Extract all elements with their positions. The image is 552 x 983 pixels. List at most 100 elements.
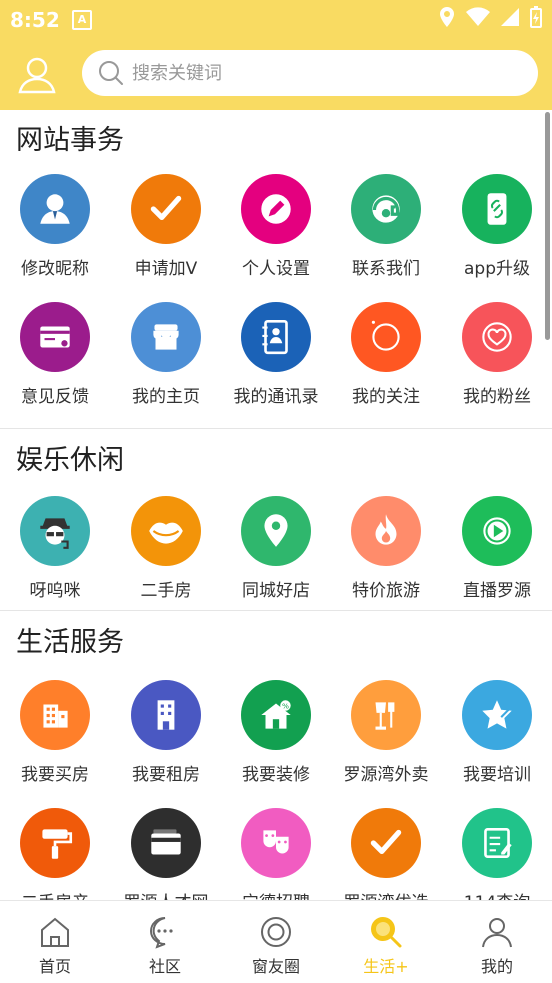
- pencil-icon: [261, 194, 291, 224]
- tab-community[interactable]: 社区: [110, 901, 220, 983]
- heart-icon: [482, 322, 512, 352]
- grid-item-label: 个人设置: [242, 259, 310, 279]
- grid-item-label: 我要租房: [132, 765, 200, 785]
- grid-item[interactable]: 二手房产: [0, 808, 110, 900]
- grid-item-label: 宁德招聘: [221, 888, 331, 900]
- grid-item-label: 直播罗源: [463, 581, 531, 601]
- grid-item[interactable]: 修改昵称: [0, 174, 110, 279]
- grid-item-icon-circle: [351, 680, 421, 750]
- section-title-entertainment: 娱乐休闲: [16, 445, 124, 476]
- lips-icon: [149, 522, 183, 544]
- grid-item-label: 特价旅游: [352, 581, 420, 601]
- grid-item[interactable]: 114查询: [442, 808, 552, 900]
- grid-item[interactable]: 我的通讯录: [221, 302, 331, 407]
- home-icon: [41, 917, 69, 947]
- grid-item[interactable]: 直播罗源: [442, 496, 552, 601]
- section-divider: [0, 428, 552, 429]
- contacts-icon: [262, 319, 288, 355]
- grid-item-label: 我的通讯录: [233, 387, 319, 407]
- app-notification-icon: A: [72, 10, 92, 30]
- grid-item[interactable]: 申请加V: [111, 174, 221, 279]
- grid-item-label: 联系我们: [352, 259, 420, 279]
- grid-item[interactable]: 个人设置: [221, 174, 331, 279]
- grid-item-icon-circle: [20, 302, 90, 372]
- grid-item[interactable]: 呀呜咪: [0, 496, 110, 601]
- grid-item-icon-circle: [131, 808, 201, 878]
- grid-item-label: 二手房产: [0, 888, 110, 900]
- grid-item[interactable]: 我要买房: [0, 680, 110, 785]
- search-icon: [99, 61, 123, 85]
- grid-item-icon-circle: [241, 174, 311, 244]
- search-input[interactable]: [132, 50, 522, 96]
- status-time: 8:52: [10, 8, 60, 32]
- user-avatar-button[interactable]: [18, 56, 56, 94]
- main-content[interactable]: 网站事务 娱乐休闲 生活服务 修改昵称 申请加V 个人设置 联系我们 app升级意见反馈…: [0, 110, 552, 900]
- grid-item-icon-circle: [20, 808, 90, 878]
- section-divider: [0, 610, 552, 611]
- food-icon: [375, 702, 395, 730]
- grid-item[interactable]: 联系我们: [331, 174, 441, 279]
- grid-item[interactable]: 宁德招聘: [221, 808, 331, 900]
- tab-home[interactable]: 首页: [0, 901, 110, 983]
- tab-mine[interactable]: 我的: [442, 901, 552, 983]
- search-bar[interactable]: [82, 50, 538, 96]
- bottom-tab-bar: 首页 社区 窗友圈 生活+ 我的: [0, 900, 552, 983]
- wallet-icon: [151, 829, 181, 855]
- headset-icon: [372, 195, 400, 223]
- grid-item-icon-circle: [462, 174, 532, 244]
- grid-item-label: 申请加V: [134, 259, 198, 279]
- masks-icon: [263, 830, 289, 854]
- grid-item-label: 意见反馈: [21, 387, 89, 407]
- grid-item-icon-circle: [351, 808, 421, 878]
- grid-item[interactable]: 我的粉丝: [442, 302, 552, 407]
- grid-item[interactable]: 同城好店: [221, 496, 331, 601]
- grid-item[interactable]: 罗源湾优选: [331, 808, 441, 900]
- grid-item-label: 呀呜咪: [29, 581, 81, 601]
- section-title-website: 网站事务: [16, 125, 124, 156]
- scrollbar[interactable]: [545, 112, 550, 340]
- phone-icon: [487, 193, 507, 225]
- play-icon: [483, 517, 511, 545]
- grid-item[interactable]: 我要租房: [111, 680, 221, 785]
- location-icon: [264, 514, 288, 547]
- section-title-life: 生活服务: [16, 627, 124, 658]
- grid-item-icon-circle: [351, 174, 421, 244]
- office-icon: [157, 700, 175, 730]
- location-status-icon: [440, 7, 454, 27]
- grid-item[interactable]: 我要培训: [442, 680, 552, 785]
- checkmark-icon: [370, 829, 402, 855]
- grid-item-icon-circle: [20, 680, 90, 750]
- detective-icon: [40, 518, 70, 549]
- grid-item-label: 我要买房: [21, 765, 89, 785]
- grid-item-label: 我的粉丝: [463, 387, 531, 407]
- profile-icon: [482, 918, 512, 948]
- grid-item[interactable]: 罗源人才网: [111, 808, 221, 900]
- battery-icon: [530, 6, 542, 28]
- grid-item-icon-circle: [20, 174, 90, 244]
- star-icon: [482, 700, 512, 729]
- grid-item-label: 罗源湾优选: [331, 888, 441, 900]
- grid-item-label: 我的主页: [132, 387, 200, 407]
- grid-item[interactable]: 罗源湾外卖: [331, 680, 441, 785]
- grid-item[interactable]: 二手房: [111, 496, 221, 601]
- target-icon: [261, 917, 291, 947]
- flame-icon: [375, 514, 397, 545]
- tab-life-plus[interactable]: 生活+: [331, 901, 441, 983]
- grid-item-label: 同城好店: [242, 581, 310, 601]
- grid-item-label: 我要装修: [242, 765, 310, 785]
- grid-item-label: 罗源湾外卖: [343, 765, 429, 785]
- tab-friends-circle[interactable]: 窗友圈: [221, 901, 331, 983]
- grid-item[interactable]: app升级: [442, 174, 552, 279]
- grid-item[interactable]: 意见反馈: [0, 302, 110, 407]
- grid-item-label: 罗源人才网: [111, 888, 221, 900]
- person-icon: [40, 194, 70, 224]
- ring-icon: [371, 320, 400, 351]
- grid-item[interactable]: 特价旅游: [331, 496, 441, 601]
- grid-item[interactable]: 我的关注: [331, 302, 441, 407]
- grid-item-icon-circle: [20, 496, 90, 566]
- user-icon: [18, 57, 56, 94]
- shop-icon: [153, 324, 179, 350]
- grid-item[interactable]: 我的主页: [111, 302, 221, 407]
- grid-item-label: 我要培训: [463, 765, 531, 785]
- grid-item[interactable]: % 我要装修: [221, 680, 331, 785]
